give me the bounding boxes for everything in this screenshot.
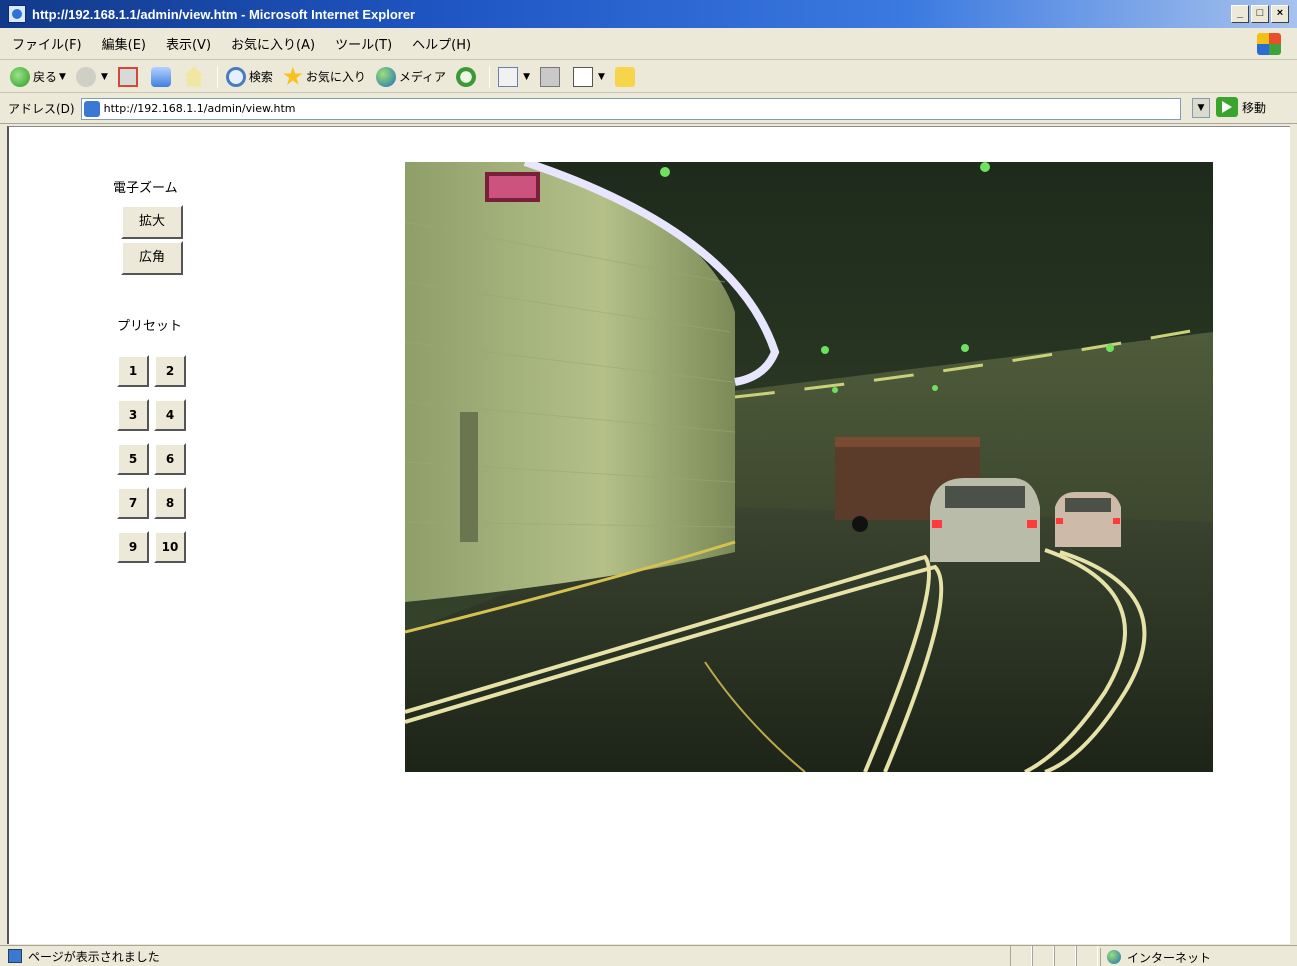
home-icon bbox=[183, 66, 204, 87]
status-bar: ページが表示されました インターネット bbox=[0, 945, 1297, 966]
preset-button-4[interactable]: 4 bbox=[154, 399, 186, 431]
search-label: 検索 bbox=[248, 70, 273, 84]
back-label: 戻る bbox=[33, 70, 58, 84]
tunnel-scene bbox=[405, 162, 1213, 772]
title-bar: http://192.168.1.1/admin/view.htm - Micr… bbox=[0, 0, 1297, 28]
media-label: メディア bbox=[398, 70, 447, 84]
menu-view[interactable]: 表示(V) bbox=[166, 34, 211, 53]
print-icon bbox=[539, 66, 560, 87]
refresh-button[interactable] bbox=[150, 66, 174, 87]
messenger-icon bbox=[614, 66, 635, 87]
menu-bar: ファイル(F) 編集(E) 表示(V) お気に入り(A) ツール(T) ヘルプ(… bbox=[0, 28, 1297, 60]
status-panels bbox=[1010, 946, 1098, 966]
address-dropdown-button[interactable]: ▼ bbox=[1192, 98, 1210, 118]
menu-tools[interactable]: ツール(T) bbox=[335, 34, 392, 53]
media-button[interactable]: メディア bbox=[375, 66, 447, 87]
mail-dropdown-icon[interactable]: ▼ bbox=[523, 72, 530, 82]
preset-button-3[interactable]: 3 bbox=[117, 399, 149, 431]
forward-arrow-icon bbox=[75, 66, 96, 87]
address-input[interactable]: http://192.168.1.1/admin/view.htm bbox=[80, 97, 1181, 120]
status-panel bbox=[1010, 946, 1032, 966]
toolbar-separator bbox=[489, 65, 491, 88]
toolbar-separator bbox=[216, 65, 218, 88]
preset-button-6[interactable]: 6 bbox=[154, 443, 186, 475]
edit-button[interactable]: ▼ bbox=[572, 66, 605, 87]
back-button[interactable]: 戻る ▼ bbox=[10, 66, 66, 87]
status-panel bbox=[1032, 946, 1054, 966]
security-zone[interactable]: インターネット bbox=[1100, 948, 1211, 966]
mail-icon bbox=[498, 66, 519, 87]
edit-dropdown-icon[interactable]: ▼ bbox=[598, 72, 605, 82]
zone-text: インターネット bbox=[1127, 950, 1212, 965]
preset-button-5[interactable]: 5 bbox=[117, 443, 149, 475]
camera-live-image bbox=[405, 162, 1213, 772]
menu-favorites[interactable]: お気に入り(A) bbox=[231, 34, 315, 53]
print-button[interactable] bbox=[539, 66, 563, 87]
zoom-in-button[interactable]: 拡大 bbox=[121, 205, 183, 239]
status-panel bbox=[1054, 946, 1076, 966]
search-button[interactable]: 検索 bbox=[225, 66, 273, 87]
home-button[interactable] bbox=[183, 66, 207, 87]
history-button[interactable] bbox=[456, 66, 479, 87]
menu-edit[interactable]: 編集(E) bbox=[102, 34, 146, 53]
close-button[interactable]: × bbox=[1271, 5, 1289, 23]
page-content: 電子ズーム 拡大 広角 プリセット 1 2 3 4 5 6 7 8 9 10 bbox=[7, 126, 1290, 944]
go-label: 移動 bbox=[1242, 100, 1267, 115]
zoom-wide-button[interactable]: 広角 bbox=[121, 241, 183, 275]
preset-button-10[interactable]: 10 bbox=[154, 531, 186, 563]
maximize-button[interactable]: □ bbox=[1251, 5, 1269, 23]
menu-file[interactable]: ファイル(F) bbox=[12, 34, 82, 53]
status-text: ページが表示されました bbox=[28, 949, 160, 964]
favorites-button[interactable]: お気に入り bbox=[283, 66, 366, 87]
internet-globe-icon bbox=[1107, 950, 1121, 964]
preset-button-1[interactable]: 1 bbox=[117, 355, 149, 387]
browser-window: http://192.168.1.1/admin/view.htm - Micr… bbox=[0, 0, 1297, 966]
go-arrow-icon bbox=[1216, 97, 1238, 117]
preset-button-2[interactable]: 2 bbox=[154, 355, 186, 387]
forward-button[interactable]: ▼ bbox=[75, 66, 108, 87]
address-bar: アドレス(D) http://192.168.1.1/admin/view.ht… bbox=[0, 94, 1297, 124]
preset-section-label: プリセット bbox=[117, 319, 183, 334]
mail-button[interactable]: ▼ bbox=[498, 66, 530, 87]
media-icon bbox=[375, 66, 396, 87]
favorites-star-icon bbox=[283, 66, 303, 85]
window-title: http://192.168.1.1/admin/view.htm - Micr… bbox=[32, 6, 416, 22]
history-icon bbox=[456, 66, 477, 87]
address-url[interactable]: http://192.168.1.1/admin/view.htm bbox=[104, 102, 296, 115]
ie-page-icon bbox=[8, 5, 26, 23]
standard-toolbar: 戻る ▼ ▼ 検索 お気に入り メディア ▼ ▼ bbox=[0, 61, 1297, 93]
preset-button-7[interactable]: 7 bbox=[117, 487, 149, 519]
stop-button[interactable] bbox=[117, 66, 141, 87]
preset-button-9[interactable]: 9 bbox=[117, 531, 149, 563]
zoom-section-label: 電子ズーム bbox=[113, 181, 178, 196]
status-panel bbox=[1076, 946, 1098, 966]
page-status-icon bbox=[8, 949, 22, 963]
preset-button-8[interactable]: 8 bbox=[154, 487, 186, 519]
messenger-button[interactable] bbox=[614, 66, 638, 87]
back-dropdown-icon[interactable]: ▼ bbox=[59, 72, 66, 82]
address-label: アドレス(D) bbox=[8, 102, 75, 116]
page-favicon-icon bbox=[83, 100, 100, 117]
minimize-button[interactable]: _ bbox=[1231, 5, 1249, 23]
forward-dropdown-icon[interactable]: ▼ bbox=[101, 72, 108, 82]
window-controls: _ □ × bbox=[1231, 5, 1289, 23]
menu-help[interactable]: ヘルプ(H) bbox=[412, 34, 471, 53]
go-button[interactable]: 移動 bbox=[1216, 97, 1266, 117]
back-arrow-icon bbox=[10, 66, 30, 87]
stop-icon bbox=[117, 66, 138, 87]
search-icon bbox=[225, 66, 246, 87]
edit-page-icon bbox=[572, 66, 593, 87]
favorites-label: お気に入り bbox=[305, 70, 366, 84]
refresh-icon bbox=[150, 66, 171, 87]
windows-logo-icon bbox=[1257, 33, 1281, 55]
